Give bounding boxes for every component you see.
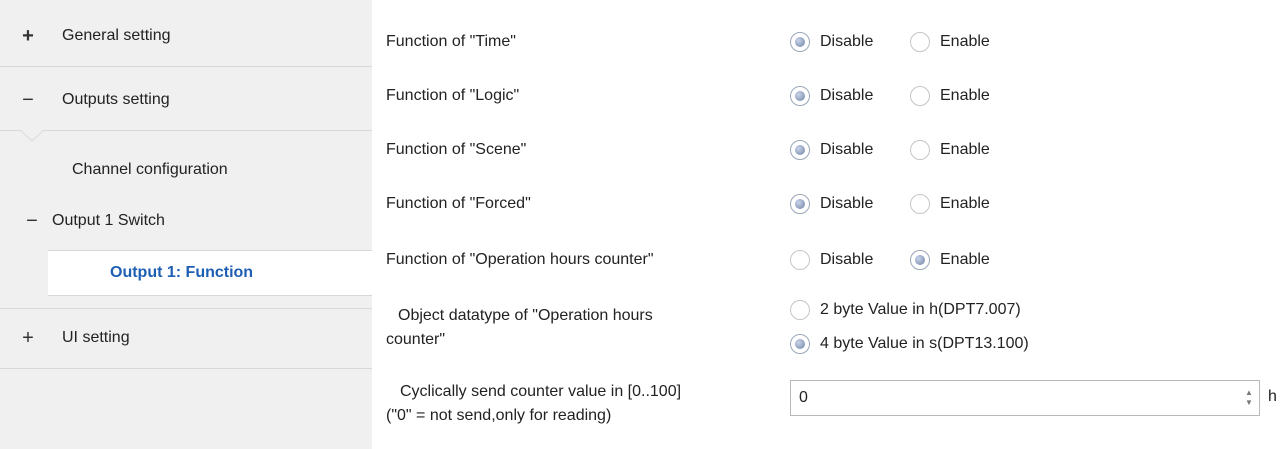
- logic-disable-radio[interactable]: Disable: [790, 84, 873, 108]
- sidebar-item-outputs-setting[interactable]: − Outputs setting: [18, 82, 170, 118]
- operation-hours-enable-radio[interactable]: Enable: [910, 248, 990, 272]
- operation-hours-function-label: Function of "Operation hours counter": [386, 251, 654, 268]
- divider: [0, 308, 372, 309]
- radio-unchecked-icon[interactable]: [910, 140, 930, 160]
- option-label: 2 byte Value in h(DPT7.007): [820, 301, 1021, 318]
- radio-unchecked-icon[interactable]: [910, 194, 930, 214]
- sidebar-item-ui-setting[interactable]: + UI setting: [18, 320, 130, 356]
- radio-unchecked-icon[interactable]: [910, 86, 930, 106]
- option-label: Enable: [940, 141, 990, 158]
- forced-function-label: Function of "Forced": [386, 195, 531, 212]
- sidebar: + General setting − Outputs setting Chan…: [0, 0, 372, 449]
- sidebar-item-label: Output 1 Switch: [52, 212, 165, 229]
- spin-up-icon[interactable]: ▲: [1245, 388, 1253, 398]
- cyclic-value-input[interactable]: [791, 383, 1231, 413]
- option-label: Enable: [940, 195, 990, 212]
- radio-checked-icon[interactable]: [790, 334, 810, 354]
- sidebar-item-general-setting[interactable]: + General setting: [18, 18, 171, 54]
- scene-disable-radio[interactable]: Disable: [790, 138, 873, 162]
- option-label: Enable: [940, 251, 990, 268]
- spin-down-icon[interactable]: ▼: [1245, 398, 1253, 408]
- time-function-label: Function of "Time": [386, 33, 516, 50]
- forced-enable-radio[interactable]: Enable: [910, 192, 990, 216]
- cyclic-label-line2: ("0" = not send,only for reading): [386, 407, 612, 424]
- cyclic-label-line1: Cyclically send counter value in [0..100…: [400, 383, 682, 400]
- forced-disable-radio[interactable]: Disable: [790, 192, 873, 216]
- logic-function-label: Function of "Logic": [386, 87, 520, 104]
- sidebar-item-label: General setting: [62, 27, 171, 44]
- spinner[interactable]: ▲ ▼: [1241, 385, 1257, 411]
- radio-checked-icon[interactable]: [910, 250, 930, 270]
- scene-enable-radio[interactable]: Enable: [910, 138, 990, 162]
- scene-function-label: Function of "Scene": [386, 141, 527, 158]
- datatype-label-line2: counter": [386, 331, 446, 348]
- collapse-icon[interactable]: −: [22, 211, 42, 231]
- cyclic-value-spinbox[interactable]: ▲ ▼: [790, 380, 1260, 416]
- option-label: Disable: [820, 87, 874, 104]
- divider: [0, 130, 372, 131]
- sidebar-item-output-1-switch[interactable]: − Output 1 Switch: [22, 203, 165, 239]
- radio-checked-icon[interactable]: [790, 140, 810, 160]
- option-label: Disable: [820, 33, 874, 50]
- datatype-label-line1: Object datatype of "Operation hours: [398, 307, 653, 324]
- expand-icon[interactable]: +: [18, 26, 38, 46]
- sidebar-item-label: Output 1: Function: [110, 264, 254, 281]
- radio-unchecked-icon[interactable]: [790, 300, 810, 320]
- operation-hours-disable-radio[interactable]: Disable: [790, 248, 873, 272]
- time-disable-radio[interactable]: Disable: [790, 30, 873, 54]
- tree-notch-icon: [20, 130, 44, 142]
- unit-label: h: [1268, 388, 1277, 405]
- option-label: Disable: [820, 141, 874, 158]
- option-label: 4 byte Value in s(DPT13.100): [820, 335, 1029, 352]
- parameter-panel: Function of "Time" Disable Enable Functi…: [372, 0, 1282, 449]
- datatype-4byte-radio[interactable]: 4 byte Value in s(DPT13.100): [790, 332, 1029, 356]
- expand-icon[interactable]: +: [18, 328, 38, 348]
- collapse-icon[interactable]: −: [18, 90, 38, 110]
- option-label: Enable: [940, 87, 990, 104]
- sidebar-item-label: Outputs setting: [62, 91, 170, 108]
- option-label: Enable: [940, 33, 990, 50]
- radio-unchecked-icon[interactable]: [910, 32, 930, 52]
- sidebar-item-channel-configuration[interactable]: Channel configuration: [72, 152, 228, 188]
- sidebar-item-label: UI setting: [62, 329, 130, 346]
- option-label: Disable: [820, 195, 874, 212]
- option-label: Disable: [820, 251, 874, 268]
- radio-checked-icon[interactable]: [790, 86, 810, 106]
- sidebar-item-label: Channel configuration: [72, 161, 228, 178]
- divider: [0, 66, 372, 67]
- logic-enable-radio[interactable]: Enable: [910, 84, 990, 108]
- divider: [0, 368, 372, 369]
- radio-unchecked-icon[interactable]: [790, 250, 810, 270]
- radio-checked-icon[interactable]: [790, 194, 810, 214]
- datatype-2byte-radio[interactable]: 2 byte Value in h(DPT7.007): [790, 298, 1021, 322]
- time-enable-radio[interactable]: Enable: [910, 30, 990, 54]
- sidebar-item-output-1-function[interactable]: Output 1: Function: [48, 250, 372, 296]
- radio-checked-icon[interactable]: [790, 32, 810, 52]
